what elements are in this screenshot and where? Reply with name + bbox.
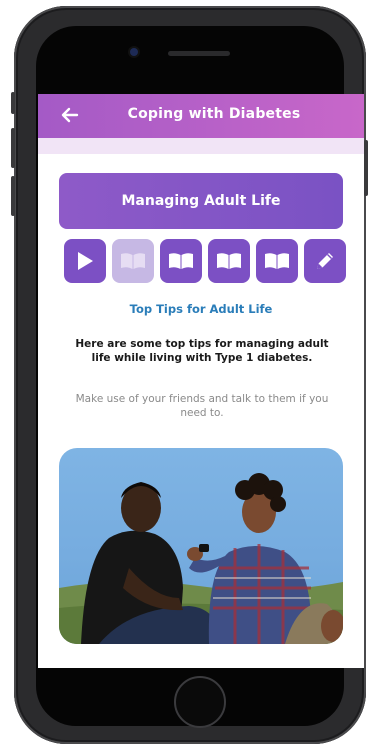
step-read-4-button[interactable] bbox=[256, 239, 298, 283]
book-icon bbox=[121, 253, 145, 269]
tip-photo bbox=[59, 448, 343, 644]
lesson-steps bbox=[64, 239, 348, 283]
mute-switch bbox=[11, 92, 15, 114]
volume-up-button bbox=[11, 128, 15, 168]
page-title: Coping with Diabetes bbox=[127, 106, 301, 122]
step-read-3-button[interactable] bbox=[208, 239, 250, 283]
front-camera bbox=[130, 48, 138, 56]
glucose-meter bbox=[199, 544, 209, 552]
header-shadow bbox=[38, 138, 364, 154]
app-header: Coping with Diabetes bbox=[38, 94, 364, 138]
book-icon bbox=[169, 253, 193, 269]
play-icon bbox=[78, 252, 93, 270]
section-title: Managing Adult Life bbox=[121, 193, 281, 209]
app-screen: Coping with Diabetes Managing Adult Life bbox=[38, 94, 364, 668]
tip-text: Make use of your friends and talk to the… bbox=[75, 393, 329, 419]
step-quiz-button[interactable] bbox=[304, 239, 346, 283]
step-read-1-button[interactable] bbox=[112, 239, 154, 283]
earpiece-speaker bbox=[168, 51, 230, 56]
pencil-icon bbox=[317, 253, 333, 269]
step-play-button[interactable] bbox=[64, 239, 106, 283]
topic-subtitle: Top Tips for Adult Life bbox=[129, 302, 273, 316]
book-icon bbox=[217, 253, 241, 269]
section-banner: Managing Adult Life bbox=[59, 173, 343, 229]
home-button[interactable] bbox=[174, 676, 226, 728]
power-button bbox=[364, 140, 368, 196]
intro-text: Here are some top tips for managing adul… bbox=[75, 338, 329, 364]
friends-photo-illustration bbox=[59, 473, 343, 644]
step-read-2-button[interactable] bbox=[160, 239, 202, 283]
volume-down-button bbox=[11, 176, 15, 216]
book-icon bbox=[265, 253, 289, 269]
